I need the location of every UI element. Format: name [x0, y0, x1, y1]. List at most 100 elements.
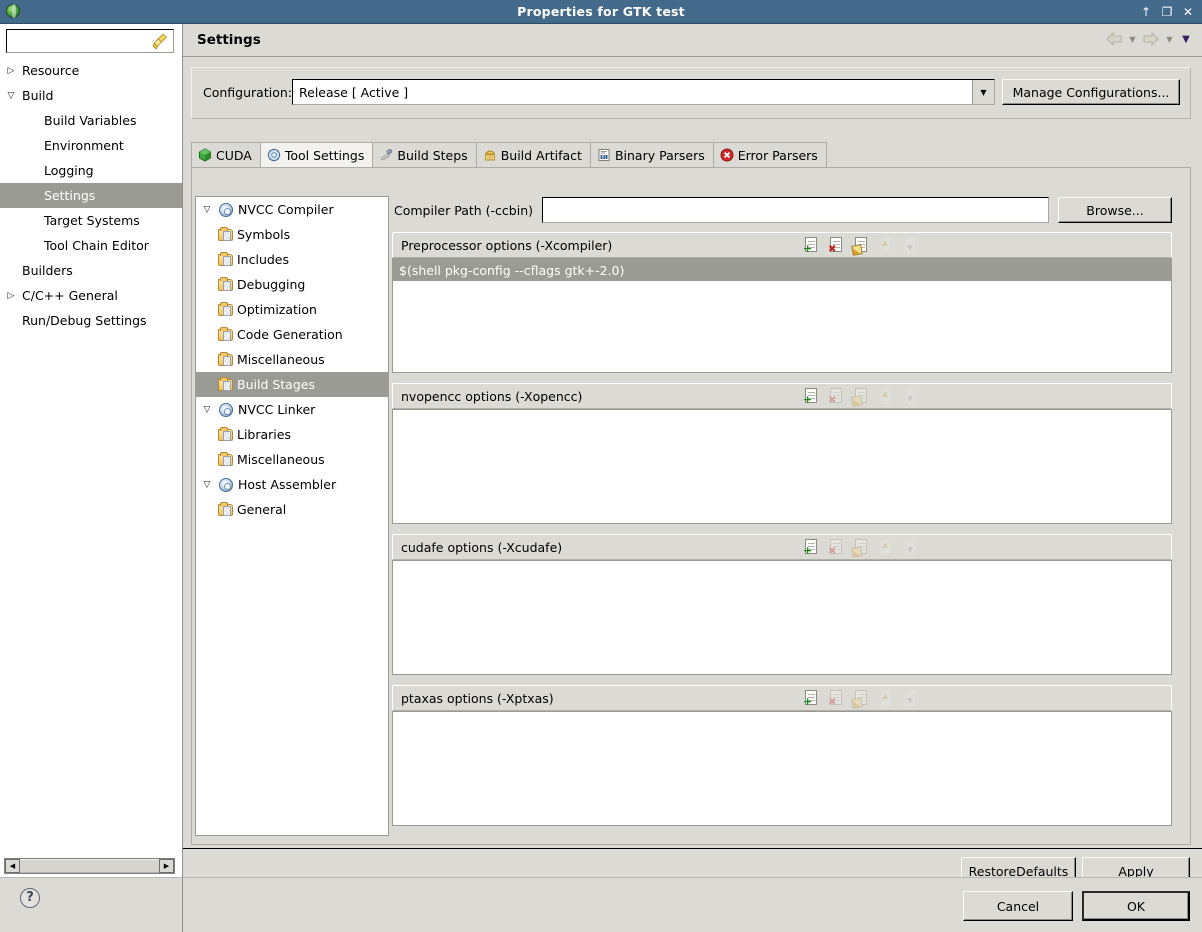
tab-cuda[interactable]: CUDA [191, 142, 261, 167]
delete-option-button: ✖ [828, 388, 844, 406]
back-history-chevron-down-icon[interactable]: ▼ [1127, 30, 1138, 48]
sidebar-item-build[interactable]: Build [0, 83, 182, 108]
sidebar-item-target-systems[interactable]: Target Systems [0, 208, 182, 233]
configuration-section: Configuration: Release [ Active ] ▼ Mana… [191, 67, 1191, 119]
tab-binary-parsers[interactable]: 01 Binary Parsers [589, 142, 714, 167]
tool-tree-item-miscellaneous[interactable]: Miscellaneous [196, 447, 388, 472]
tool-tree-item-libraries[interactable]: Libraries [196, 422, 388, 447]
option-list[interactable] [392, 560, 1172, 675]
tool-settings-panel: NVCC Compiler Symbols Includes Debugging Opt… [191, 167, 1191, 845]
compiler-path-input[interactable] [542, 197, 1049, 223]
back-arrow-icon[interactable] [1104, 30, 1124, 48]
move-down-button [903, 539, 919, 556]
sidebar-item-c-c-general[interactable]: C/C++ General [0, 283, 182, 308]
tab-error-parsers[interactable]: Error Parsers [712, 142, 827, 167]
tool-tree-item-host-assembler[interactable]: Host Assembler [196, 472, 388, 497]
tab-label: Binary Parsers [614, 147, 705, 163]
tool-tree-item-build-stages[interactable]: Build Stages [196, 372, 388, 397]
chevron-down-icon[interactable] [198, 480, 216, 490]
add-option-button[interactable]: + [803, 237, 819, 254]
close-icon[interactable]: ✕ [1182, 6, 1194, 18]
browse-button[interactable]: Browse... [1058, 197, 1172, 223]
tab-tool-settings[interactable]: Tool Settings [259, 142, 374, 167]
sidebar-item-resource[interactable]: Resource [0, 58, 182, 83]
tool-tree-item-label: Miscellaneous [237, 352, 325, 367]
gear-icon [219, 477, 235, 493]
settings-tab-strip[interactable]: CUDA Tool Settings Build Steps Build Artifa… [191, 142, 1191, 167]
option-list[interactable] [392, 409, 1172, 524]
option-group-header: nvopencc options (-Xopencc) + ✖ [392, 383, 1172, 409]
option-list[interactable] [392, 711, 1172, 826]
tool-tree-item-includes[interactable]: Includes [196, 247, 388, 272]
chevron-down-icon[interactable]: ▼ [972, 80, 994, 104]
tool-tree-item-label: Code Generation [237, 327, 343, 342]
filter-input[interactable] [9, 31, 149, 51]
delete-option-button: ✖ [828, 690, 844, 708]
settings-tree[interactable]: Resource Build Build Variables Environment L… [0, 58, 182, 855]
sidebar-item-label: Settings [44, 188, 96, 203]
add-option-button[interactable]: + [803, 539, 819, 556]
scroll-track[interactable] [20, 859, 159, 873]
sidebar-item-environment[interactable]: Environment [0, 133, 182, 158]
option-list[interactable]: $(shell pkg-config --cflags gtk+-2.0) [392, 258, 1172, 373]
sidebar-horizontal-scrollbar[interactable]: ◀ ▶ [4, 858, 175, 874]
tab-build-artifact[interactable]: Build Artifact [475, 142, 591, 167]
tool-tree-item-label: NVCC Linker [238, 402, 316, 417]
chevron-down-icon[interactable] [0, 91, 22, 101]
manage-configurations-button[interactable]: Manage Configurations... [1002, 79, 1180, 105]
sidebar-item-label: Resource [22, 63, 80, 78]
sidebar-item-tool-chain-editor[interactable]: Tool Chain Editor [0, 233, 182, 258]
tool-tree-item-nvcc-linker[interactable]: NVCC Linker [196, 397, 388, 422]
sidebar-item-label: Logging [44, 163, 94, 178]
artifact-icon [483, 148, 497, 162]
cancel-button[interactable]: Cancel [963, 891, 1073, 921]
chevron-right-icon[interactable] [0, 291, 22, 301]
tab-build-steps[interactable]: Build Steps [372, 142, 477, 167]
app-globe-icon [4, 3, 22, 21]
view-menu-chevron-down-icon[interactable]: ▼ [1178, 30, 1194, 48]
configuration-select[interactable]: Release [ Active ] ▼ [292, 79, 995, 105]
filter-field-wrapper[interactable] [6, 29, 174, 53]
delete-option-button: ✖ [828, 539, 844, 557]
cuda-cube-icon [198, 148, 212, 162]
option-group-title: cudafe options (-Xcudafe) [401, 539, 563, 555]
chevron-right-icon[interactable] [0, 66, 22, 76]
sidebar-item-settings[interactable]: Settings [0, 183, 182, 208]
chevron-down-icon[interactable] [198, 405, 216, 415]
option-group: cudafe options (-Xcudafe) + ✖ [392, 534, 1172, 675]
tool-tree-item-symbols[interactable]: Symbols [196, 222, 388, 247]
tool-tree-item-miscellaneous[interactable]: Miscellaneous [196, 347, 388, 372]
forward-arrow-icon[interactable] [1141, 30, 1161, 48]
sidebar-item-build-variables[interactable]: Build Variables [0, 108, 182, 133]
folder-icon [218, 251, 234, 268]
move-down-button [903, 388, 919, 405]
ok-button[interactable]: OK [1082, 891, 1190, 921]
maximize-icon[interactable]: ❐ [1161, 6, 1173, 18]
chevron-down-icon[interactable] [198, 205, 216, 215]
tool-tree-item-label: Libraries [237, 427, 291, 442]
error-circle-icon [720, 148, 734, 162]
scroll-right-icon[interactable]: ▶ [159, 859, 174, 873]
add-option-button[interactable]: + [803, 690, 819, 707]
tool-tree-item-code-generation[interactable]: Code Generation [196, 322, 388, 347]
tool-tree-item-general[interactable]: General [196, 497, 388, 522]
scroll-left-icon[interactable]: ◀ [5, 859, 20, 873]
forward-history-chevron-down-icon[interactable]: ▼ [1164, 30, 1175, 48]
broom-icon[interactable] [152, 33, 169, 50]
add-option-button[interactable]: + [803, 388, 819, 405]
sidebar-item-builders[interactable]: Builders [0, 258, 182, 283]
edit-option-button[interactable] [851, 237, 869, 256]
delete-option-button[interactable]: ✖ [828, 237, 844, 255]
sidebar-item-logging[interactable]: Logging [0, 158, 182, 183]
sidebar-item-run-debug-settings[interactable]: Run/Debug Settings [0, 308, 182, 333]
tool-tree-item-optimization[interactable]: Optimization [196, 297, 388, 322]
tool-tree[interactable]: NVCC Compiler Symbols Includes Debugging Opt… [195, 196, 389, 836]
tool-tree-item-nvcc-compiler[interactable]: NVCC Compiler [196, 197, 388, 222]
folder-icon [218, 351, 234, 368]
tab-label: Error Parsers [737, 147, 818, 163]
folder-icon [218, 276, 234, 293]
option-list-item[interactable]: $(shell pkg-config --cflags gtk+-2.0) [393, 259, 1171, 281]
tool-tree-item-debugging[interactable]: Debugging [196, 272, 388, 297]
help-icon[interactable]: ? [20, 888, 40, 908]
minimize-icon[interactable]: ↑ [1140, 6, 1152, 18]
